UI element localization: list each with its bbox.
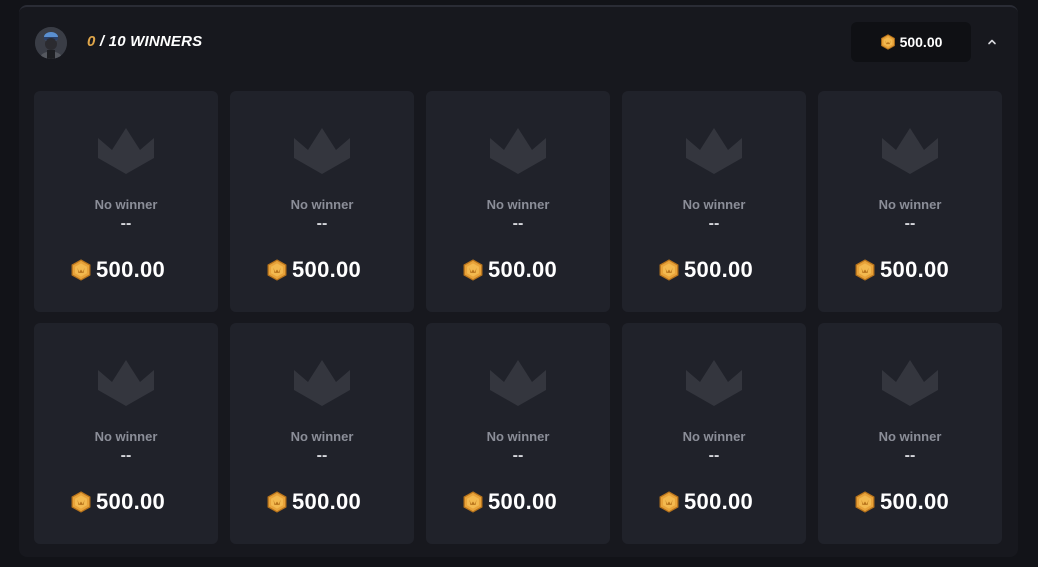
prize-amount: 500.00 — [684, 489, 754, 514]
crown-icon — [882, 128, 938, 174]
prize: 500.00 — [70, 257, 165, 283]
crown-icon — [882, 360, 938, 406]
winner-name: -- — [512, 215, 524, 232]
winner-grid: No winner -- 500.00 No winner -- 500.00 … — [34, 91, 1004, 544]
coin-icon — [880, 34, 895, 50]
winner-status: No winner — [682, 197, 746, 212]
winner-name: -- — [120, 447, 132, 464]
winner-status: No winner — [94, 429, 158, 444]
coin-icon — [855, 259, 875, 281]
prize-amount: 500.00 — [292, 257, 362, 282]
winners-panel: 0 / 10 WINNERS 500.00 No winner -- 500.0… — [19, 5, 1018, 557]
winner-card: No winner -- 500.00 — [818, 91, 1002, 312]
winner-card: No winner -- 500.00 — [34, 91, 218, 312]
prize-amount: 500.00 — [96, 489, 166, 514]
prize: 500.00 — [854, 489, 949, 515]
winner-name: -- — [316, 447, 328, 464]
prize: 500.00 — [462, 257, 557, 283]
coin-icon — [463, 259, 483, 281]
prize-amount: 500.00 — [96, 257, 166, 282]
panel-header: 0 / 10 WINNERS 500.00 — [19, 7, 1018, 79]
winner-status: No winner — [486, 197, 550, 212]
winner-name: -- — [512, 447, 524, 464]
coin-icon — [659, 259, 679, 281]
coin-icon — [71, 491, 91, 513]
coin-icon — [71, 259, 91, 281]
winner-card: No winner -- 500.00 — [34, 323, 218, 544]
winner-status: No winner — [290, 197, 354, 212]
crown-icon — [490, 128, 546, 174]
winner-card: No winner -- 500.00 — [622, 91, 806, 312]
winner-status: No winner — [94, 197, 158, 212]
prize-pool-button[interactable]: 500.00 — [851, 22, 971, 62]
prize-amount: 500.00 — [488, 489, 558, 514]
winner-card: No winner -- 500.00 — [622, 323, 806, 544]
coin-icon — [463, 491, 483, 513]
winner-card: No winner -- 500.00 — [426, 323, 610, 544]
coin-icon — [659, 491, 679, 513]
winner-name: -- — [708, 447, 720, 464]
prize-pool-amount: 500.00 — [899, 34, 943, 50]
prize-amount: 500.00 — [880, 489, 950, 514]
avatar[interactable] — [35, 27, 67, 59]
coin-icon — [267, 491, 287, 513]
winners-label: / 10 WINNERS — [95, 33, 203, 50]
winner-card: No winner -- 500.00 — [230, 323, 414, 544]
winner-status: No winner — [878, 197, 942, 212]
coin-icon — [267, 259, 287, 281]
crown-icon — [686, 128, 742, 174]
winner-status: No winner — [486, 429, 550, 444]
prize-amount: 500.00 — [488, 257, 558, 282]
prize: 500.00 — [266, 489, 361, 515]
winner-name: -- — [316, 215, 328, 232]
prize-amount: 500.00 — [880, 257, 950, 282]
prize-amount: 500.00 — [684, 257, 754, 282]
prize: 500.00 — [266, 257, 361, 283]
prize: 500.00 — [462, 489, 557, 515]
winner-name: -- — [904, 215, 916, 232]
winner-name: -- — [708, 215, 720, 232]
winner-name: -- — [904, 447, 916, 464]
prize: 500.00 — [658, 257, 753, 283]
prize: 500.00 — [854, 257, 949, 283]
winner-card: No winner -- 500.00 — [230, 91, 414, 312]
prize-amount: 500.00 — [292, 489, 362, 514]
winner-status: No winner — [878, 429, 942, 444]
crown-icon — [294, 360, 350, 406]
crown-icon — [294, 128, 350, 174]
crown-icon — [686, 360, 742, 406]
winner-card: No winner -- 500.00 — [426, 91, 610, 312]
crown-icon — [490, 360, 546, 406]
coin-icon — [855, 491, 875, 513]
crown-icon — [98, 128, 154, 174]
chevron-up-icon — [988, 39, 996, 45]
winners-count: 0 — [87, 33, 96, 50]
winner-name: -- — [120, 215, 132, 232]
crown-icon — [98, 360, 154, 406]
collapse-button[interactable] — [981, 31, 1003, 53]
winners-counter: 0 / 10 WINNERS — [87, 33, 202, 50]
prize: 500.00 — [658, 489, 753, 515]
winner-status: No winner — [682, 429, 746, 444]
winner-status: No winner — [290, 429, 354, 444]
winner-card: No winner -- 500.00 — [818, 323, 1002, 544]
prize: 500.00 — [70, 489, 165, 515]
